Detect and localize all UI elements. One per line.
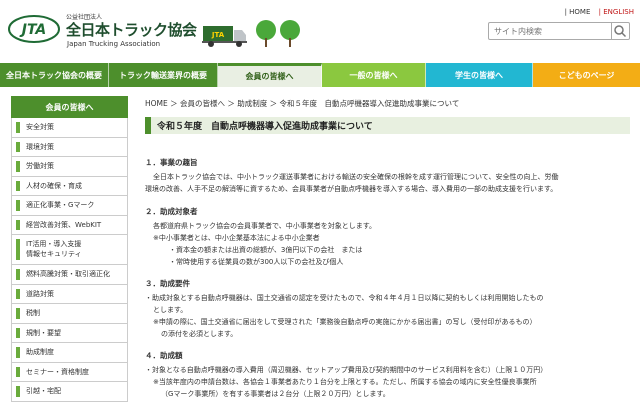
section-text: 全日本トラック協会では、中小トラック運送事業者における輸送の安全確保の根幹を成す… — [153, 173, 559, 181]
breadcrumb[interactable]: HOME ＞ 会員の皆様へ ＞ 助成制度 ＞ 令和５年度 自動点呼機器導入促進助… — [145, 98, 459, 109]
sidebar-item-it-support[interactable]: IT活用・導入支援 情報セキュリティ — [11, 235, 128, 265]
search-icon — [614, 25, 627, 38]
nav-item-members[interactable]: 会員の皆様へ — [218, 63, 322, 87]
sidebar-item-tax[interactable]: 税制 — [11, 304, 128, 324]
sidebar-item-moving[interactable]: 引越・宅配 — [11, 382, 128, 402]
sidebar-item-roads[interactable]: 道路対策 — [11, 284, 128, 304]
nav-item-students[interactable]: 学生の皆様へ — [426, 63, 533, 87]
section-requirements: ３．助成要件 ・助成対象とする自動点呼機器は、国土交通省の認定を受けたもので、令… — [145, 278, 635, 340]
site-header: JTA 公益社団法人 全日本トラック協会 Japan Trucking Asso… — [0, 0, 640, 62]
section-heading: ４．助成額 — [145, 351, 183, 360]
main-nav: 全日本トラック協会の概要 トラック輸送業界の概要 会員の皆様へ 一般の皆様へ 学… — [0, 63, 640, 87]
search-input[interactable] — [488, 22, 612, 40]
trees-icon — [256, 20, 300, 47]
section-purpose: １．事業の趣旨 全日本トラック協会では、中小トラック運送事業者における輸送の安全… — [145, 157, 635, 195]
truck-icon: JTA — [202, 26, 247, 47]
section-text: ・助成対象とする自動点呼機器は、国土交通省の認定を受けたもので、令和４年４月１日… — [145, 294, 544, 302]
section-text: の添付を必須とします。 — [161, 330, 238, 338]
section-text: ・対象となる自動点呼機器の導入費用（周辺機器、セットアップ費用及び契約期間中のサ… — [145, 366, 548, 374]
section-text: 各都道府県トラック協会の会員事業者で、中小事業者を対象とします。 — [153, 222, 377, 230]
sidebar-item-hr[interactable]: 人材の確保・育成 — [11, 176, 128, 196]
sidebar-item-environment[interactable]: 環境対策 — [11, 137, 128, 157]
sidebar-item-subsidy[interactable]: 助成制度 — [11, 343, 128, 363]
section-text: ・資本金の額または出資の総額が、3億円以下の会社 または — [169, 246, 363, 254]
sidebar-item-seminar[interactable]: セミナー・資格制度 — [11, 362, 128, 382]
nav-item-kids[interactable]: こどものページ — [533, 63, 640, 87]
sidebar-item-gmark[interactable]: 適正化事業・Gマーク — [11, 196, 128, 216]
section-heading: ２．助成対象者 — [145, 207, 198, 216]
sidebar-item-fuel[interactable]: 燃料高騰対策・取引適正化 — [11, 265, 128, 285]
nav-item-jta-overview[interactable]: 全日本トラック協会の概要 — [0, 63, 109, 87]
logo-text: JTA — [19, 22, 47, 38]
nav-item-industry-overview[interactable]: トラック輸送業界の概要 — [109, 63, 218, 87]
section-heading: ３．助成要件 — [145, 279, 190, 288]
section-text: ※当該年度内の申請台数は、各協会１事業者あたり１台分を上限とする。ただし、所属す… — [153, 378, 537, 386]
sidebar: 会員の皆様へ 安全対策 環境対策 労働対策 人材の確保・育成 適正化事業・Gマー… — [11, 96, 128, 402]
home-link[interactable]: | HOME — [565, 8, 591, 16]
sidebar-item-webkit[interactable]: 経営改善対策、WebKIT — [11, 215, 128, 235]
section-eligibility: ２．助成対象者 各都道府県トラック協会の会員事業者で、中小事業者を対象とします。… — [145, 206, 635, 268]
top-links: | HOME | ENGLISH — [565, 8, 634, 16]
section-text: （Gマーク事業所）を有する事業者は２台分（上限２０万円）とします。 — [161, 390, 390, 398]
english-link[interactable]: | ENGLISH — [599, 8, 634, 16]
section-text: ※中小事業者とは、中小企業基本法による中小企業者 — [153, 234, 320, 242]
section-text: ※申請の際に、国土交通省に届出をして受理された「業務後自動点呼の実施にかかる届出… — [153, 318, 537, 326]
section-text: 環境の改善、人手不足の解消等に資するため、会員事業者が自動点呼機器を導入する場合… — [145, 185, 558, 193]
nav-item-general[interactable]: 一般の皆様へ — [322, 63, 426, 87]
sidebar-item-labor[interactable]: 労働対策 — [11, 157, 128, 177]
section-text: ・常時使用する従業員の数が300人以下の会社及び個人 — [169, 258, 344, 266]
truck-text: JTA — [211, 31, 225, 39]
org-name[interactable]: 全日本トラック協会 — [66, 19, 197, 40]
sidebar-item-safety[interactable]: 安全対策 — [11, 118, 128, 138]
section-text: とします。 — [153, 306, 188, 314]
sidebar-heading: 会員の皆様へ — [11, 96, 128, 118]
jta-logo-icon[interactable]: JTA — [8, 14, 60, 44]
org-name-en: Japan Trucking Association — [67, 40, 161, 48]
page-title: 令和５年度 自動点呼機器導入促進助成事業について — [145, 117, 630, 134]
section-amount: ４．助成額 ・対象となる自動点呼機器の導入費用（周辺機器、セットアップ費用及び契… — [145, 350, 635, 400]
sidebar-item-regulation[interactable]: 規制・要望 — [11, 323, 128, 343]
section-heading: １．事業の趣旨 — [145, 158, 198, 167]
search-button[interactable] — [612, 22, 630, 40]
